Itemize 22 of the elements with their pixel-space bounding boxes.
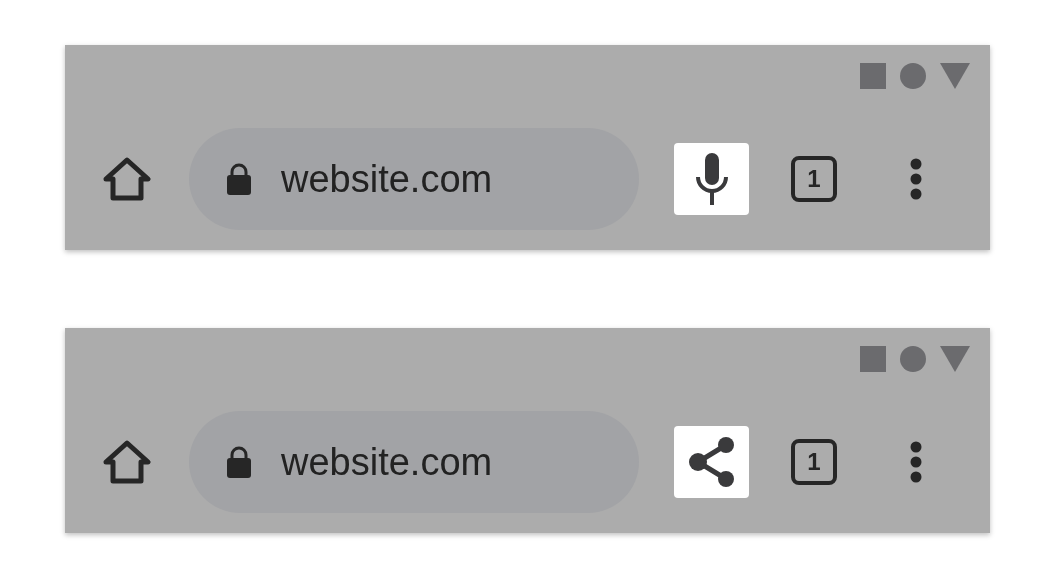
home-icon[interactable] xyxy=(103,440,151,484)
menu-icon[interactable] xyxy=(909,441,923,483)
tab-count-button[interactable]: 1 xyxy=(791,439,837,485)
circle-icon xyxy=(900,346,926,372)
url-text: website.com xyxy=(281,440,493,484)
url-text: website.com xyxy=(281,157,493,201)
tab-count-button[interactable]: 1 xyxy=(791,156,837,202)
square-icon xyxy=(860,63,886,89)
microphone-button[interactable] xyxy=(674,143,749,215)
share-icon xyxy=(687,436,736,488)
square-icon xyxy=(860,346,886,372)
triangle-icon xyxy=(940,346,970,372)
address-bar[interactable]: website.com xyxy=(189,128,639,230)
triangle-icon xyxy=(940,63,970,89)
lock-icon xyxy=(227,163,251,195)
microphone-icon xyxy=(694,153,729,205)
lock-icon xyxy=(227,446,251,478)
address-bar[interactable]: website.com xyxy=(189,411,639,513)
home-icon[interactable] xyxy=(103,157,151,201)
menu-icon[interactable] xyxy=(909,158,923,200)
circle-icon xyxy=(900,63,926,89)
share-button[interactable] xyxy=(674,426,749,498)
